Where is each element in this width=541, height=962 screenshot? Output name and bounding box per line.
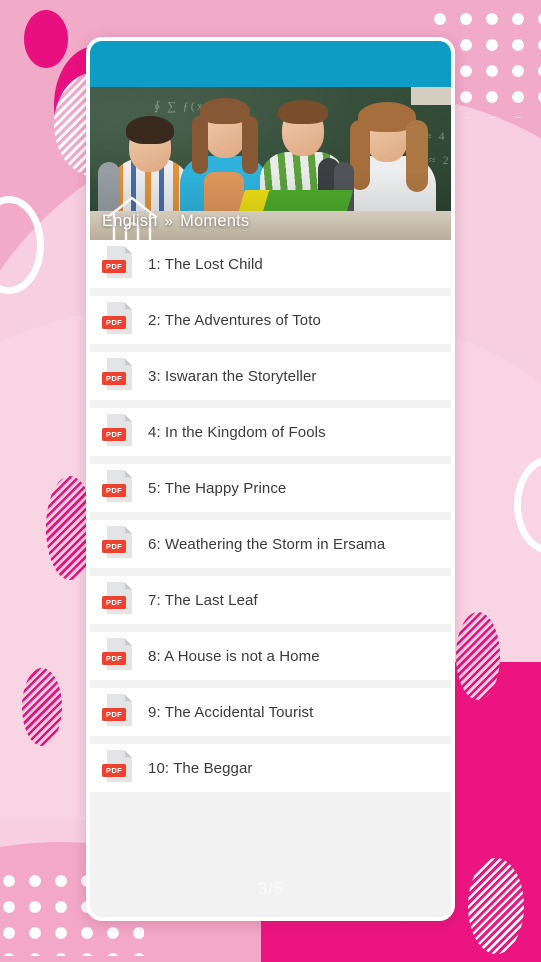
chapter-list: PDF 1: The Lost Child PDF 2: The Adventu… [90, 240, 451, 917]
app-card: ∮ ∑ ƒ(x) 4 3 0 ≈ 4 2 7 3 0 ≈ 2 6 [86, 37, 455, 921]
breadcrumb-separator-icon: » [164, 213, 174, 230]
list-item[interactable]: PDF 4: In the Kingdom of Fools [90, 408, 451, 456]
pdf-badge-label: PDF [102, 764, 126, 777]
list-item-title: 1: The Lost Child [148, 255, 263, 273]
pdf-icon: PDF [102, 693, 136, 731]
blob-striped-left-lower [22, 668, 62, 746]
list-item[interactable]: PDF 2: The Adventures of Toto [90, 296, 451, 344]
blob-striped-bottom-right [468, 858, 524, 954]
breadcrumb-current: Moments [180, 212, 250, 230]
pdf-icon: PDF [102, 469, 136, 507]
list-empty-area: 3/5 [90, 800, 451, 917]
list-item-title: 9: The Accidental Tourist [148, 703, 314, 721]
banner-image: ∮ ∑ ƒ(x) 4 3 0 ≈ 4 2 7 3 0 ≈ 2 6 [90, 87, 451, 240]
list-item[interactable]: PDF 6: Weathering the Storm in Ersama [90, 520, 451, 568]
list-item-title: 10: The Beggar [148, 759, 253, 777]
list-item-title: 7: The Last Leaf [148, 591, 258, 609]
breadcrumb-root[interactable]: English [102, 212, 158, 231]
pdf-badge-label: PDF [102, 708, 126, 721]
blob-solid-top-left [24, 10, 68, 68]
pdf-badge-label: PDF [102, 260, 126, 273]
list-item-title: 6: Weathering the Storm in Ersama [148, 535, 386, 553]
list-item-title: 8: A House is not a Home [148, 647, 320, 665]
list-item[interactable]: PDF 8: A House is not a Home [90, 632, 451, 680]
blob-striped-right [456, 612, 500, 700]
pdf-icon: PDF [102, 749, 136, 787]
pdf-badge-label: PDF [102, 428, 126, 441]
pdf-icon: PDF [102, 525, 136, 563]
list-item[interactable]: PDF 10: The Beggar [90, 744, 451, 792]
pdf-icon: PDF [102, 637, 136, 675]
pdf-badge-label: PDF [102, 372, 126, 385]
list-item[interactable]: PDF 3: Iswaran the Storyteller [90, 352, 451, 400]
pdf-icon: PDF [102, 301, 136, 339]
pdf-badge-label: PDF [102, 484, 126, 497]
list-item-title: 3: Iswaran the Storyteller [148, 367, 317, 385]
list-item-title: 5: The Happy Prince [148, 479, 287, 497]
pdf-icon: PDF [102, 581, 136, 619]
pdf-badge-label: PDF [102, 652, 126, 665]
list-item[interactable]: PDF 5: The Happy Prince [90, 464, 451, 512]
list-item-title: 2: The Adventures of Toto [148, 311, 321, 329]
pdf-icon: PDF [102, 245, 136, 283]
pdf-badge-label: PDF [102, 596, 126, 609]
list-item[interactable]: PDF 9: The Accidental Tourist [90, 688, 451, 736]
app-top-bar [90, 41, 451, 87]
pdf-badge-label: PDF [102, 540, 126, 553]
breadcrumb[interactable]: English » Moments [102, 212, 249, 231]
page-indicator: 3/5 [257, 879, 284, 898]
pdf-badge-label: PDF [102, 316, 126, 329]
pdf-icon: PDF [102, 413, 136, 451]
list-item[interactable]: PDF 7: The Last Leaf [90, 576, 451, 624]
list-item-title: 4: In the Kingdom of Fools [148, 423, 326, 441]
list-item[interactable]: PDF 1: The Lost Child [90, 240, 451, 288]
pdf-icon: PDF [102, 357, 136, 395]
